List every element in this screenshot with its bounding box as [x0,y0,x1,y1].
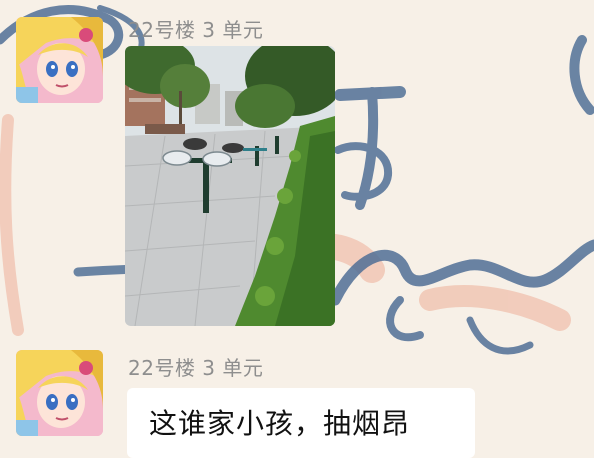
sender-name: 22号楼 3 单元 [128,356,264,380]
anime-girl-avatar-icon [16,350,103,436]
image-message[interactable] [125,46,335,326]
sender-name: 22号楼 3 单元 [128,18,264,42]
message-text: 这谁家小孩，抽烟昂 [149,407,411,440]
text-message-bubble[interactable]: 这谁家小孩，抽烟昂 [127,388,475,458]
anime-girl-avatar-icon [16,17,103,103]
sender-avatar[interactable] [16,17,103,103]
sender-avatar[interactable] [16,350,103,436]
park-fitness-equipment-photo [125,46,335,326]
